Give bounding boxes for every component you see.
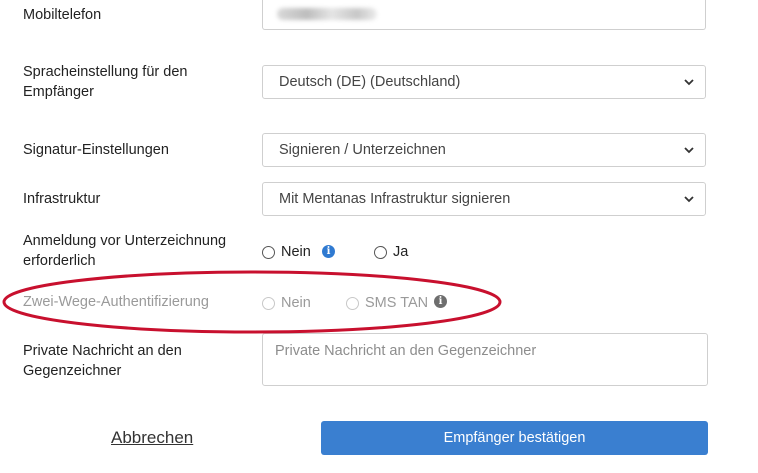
- cancel-link[interactable]: Abbrechen: [111, 428, 193, 448]
- infrastructure-select-value: Mit Mentanas Infrastruktur signieren: [279, 191, 511, 207]
- signature-select[interactable]: Signieren / Unterzeichnen: [262, 133, 706, 167]
- redacted-phone-number: [277, 8, 377, 20]
- signature-select-value: Signieren / Unterzeichnen: [279, 142, 446, 158]
- two-factor-sms-radio[interactable]: [346, 296, 359, 310]
- login-required-no-option[interactable]: Nein: [262, 244, 311, 260]
- two-factor-label: Zwei-Wege-Authentifizierung: [23, 294, 209, 310]
- login-required-yes-option[interactable]: Ja: [374, 244, 408, 260]
- private-message-label: Private Nachricht an den Gegenzeichner: [23, 343, 182, 379]
- chevron-down-icon: [684, 196, 694, 203]
- confirm-recipient-button[interactable]: Empfänger bestätigen: [321, 421, 708, 455]
- infrastructure-select[interactable]: Mit Mentanas Infrastruktur signieren: [262, 182, 706, 216]
- login-required-no-radio[interactable]: [262, 245, 275, 259]
- private-message-textarea[interactable]: [262, 333, 708, 386]
- two-factor-no-option[interactable]: Nein: [262, 295, 311, 311]
- infrastructure-label: Infrastruktur: [23, 191, 101, 207]
- mobile-input[interactable]: [262, 0, 706, 30]
- login-required-no-label: Nein: [281, 244, 311, 260]
- chevron-down-icon: [684, 79, 694, 86]
- login-required-yes-radio[interactable]: [374, 245, 387, 259]
- language-select-value: Deutsch (DE) (Deutschland): [279, 74, 461, 90]
- info-icon[interactable]: i: [434, 295, 447, 308]
- chevron-down-icon: [684, 147, 694, 154]
- two-factor-no-label: Nein: [281, 295, 311, 311]
- mobile-label: Mobiltelefon: [23, 7, 102, 23]
- language-select[interactable]: Deutsch (DE) (Deutschland): [262, 65, 706, 99]
- two-factor-sms-label: SMS TAN: [365, 295, 429, 311]
- login-required-yes-label: Ja: [393, 244, 409, 260]
- language-label: Spracheinstellung für den Empfänger: [23, 64, 188, 100]
- login-required-label: Anmeldung vor Unterzeichnung erforderlic…: [23, 233, 227, 269]
- two-factor-sms-option[interactable]: SMS TAN: [346, 295, 428, 311]
- info-icon[interactable]: i: [322, 245, 335, 258]
- signature-label: Signatur-Einstellungen: [23, 142, 169, 158]
- two-factor-no-radio[interactable]: [262, 296, 275, 310]
